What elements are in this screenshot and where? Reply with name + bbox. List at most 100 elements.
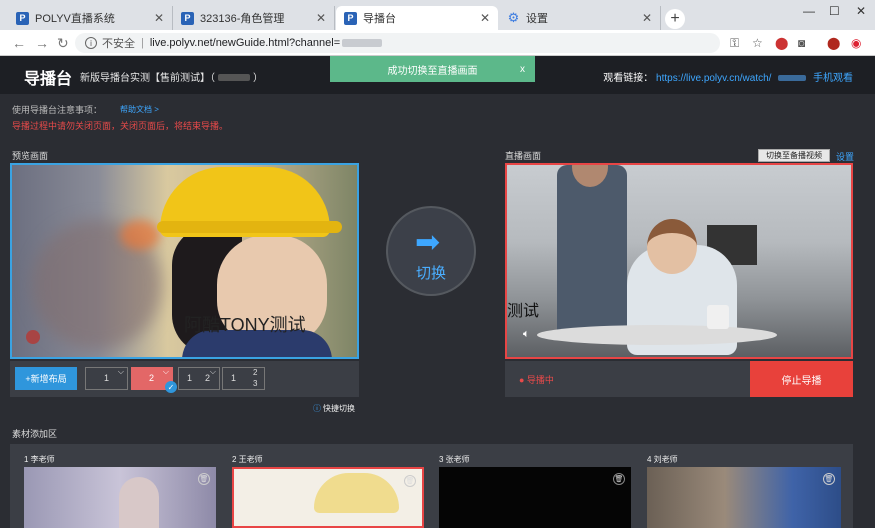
- adblock-icon[interactable]: ⬤: [775, 36, 788, 50]
- key-icon[interactable]: ⚿: [730, 36, 739, 51]
- reload-icon[interactable]: ↻: [57, 35, 69, 52]
- material-label-3: 3 张老师: [439, 455, 470, 464]
- chevron-down-icon: ⌵: [209, 367, 216, 376]
- check-icon: ✓: [165, 381, 177, 393]
- material-label-2: 2 王老师: [232, 455, 263, 464]
- preview-overlay-text: 阿酷TONY测试: [184, 315, 306, 335]
- forward-icon[interactable]: →: [35, 35, 49, 51]
- live-settings-link[interactable]: 设置: [836, 150, 854, 163]
- layout-number: 3: [253, 379, 258, 388]
- polyv-favicon-icon: P: [16, 11, 29, 25]
- live-screen[interactable]: 测试 🔈︎: [505, 163, 853, 359]
- material-thumb-3[interactable]: 🗑︎: [439, 467, 631, 528]
- layout-option-1[interactable]: 1 ⌵: [85, 367, 128, 390]
- trash-icon[interactable]: 🗑︎: [613, 473, 625, 485]
- switch-to-backup-button[interactable]: 切换至备播视频: [758, 149, 830, 162]
- stop-directing-button[interactable]: 停止导播: [750, 361, 853, 397]
- back-icon[interactable]: ←: [12, 35, 26, 51]
- toast-message: 成功切换至直播画面: [387, 65, 478, 77]
- live-label: 直播画面: [505, 151, 542, 161]
- minimize-icon[interactable]: —: [803, 4, 815, 18]
- close-icon[interactable]: ✕: [480, 11, 490, 25]
- hard-hat: [314, 473, 399, 513]
- browser-tab-polyv[interactable]: P POLYV直播系统 ✕: [8, 6, 173, 30]
- address-bar: ← → ↻ i 不安全 | live.polyv.net/newGuide.ht…: [0, 30, 875, 56]
- background-blur: [120, 220, 160, 250]
- redacted-text: [218, 74, 250, 81]
- close-icon[interactable]: ✕: [154, 11, 164, 25]
- polyv-favicon-icon: P: [344, 11, 357, 25]
- star-icon[interactable]: ☆: [752, 36, 763, 50]
- watch-label: 观看链接：: [603, 73, 654, 84]
- channel-title: 新版导播台实测【售前测试】（ ）: [80, 69, 263, 84]
- channel-title-text: 新版导播台实测【售前测试】（: [80, 73, 215, 84]
- close-icon[interactable]: ✕: [642, 11, 652, 25]
- material-label-4: 4 刘老师: [647, 455, 678, 464]
- browser-tab-role-management[interactable]: P 323136-角色管理 ✕: [173, 6, 335, 30]
- layout-number: 2: [253, 368, 258, 377]
- layout-option-4[interactable]: 1 2 3: [222, 367, 265, 390]
- layout-number: 1: [187, 373, 193, 383]
- material-thumb-4[interactable]: 🗑︎: [647, 467, 841, 528]
- quick-switch-link[interactable]: ⓘ 快捷切换: [313, 403, 355, 414]
- help-doc-link[interactable]: 帮助文档 >: [120, 104, 159, 115]
- warning-text: 导播过程中请勿关闭页面，关闭页面后，将结束导播。: [12, 121, 229, 131]
- person-figure: [119, 477, 159, 528]
- url-input[interactable]: i 不安全 | live.polyv.net/newGuide.html?cha…: [75, 33, 720, 53]
- camera-icon[interactable]: ◙: [798, 36, 805, 50]
- trash-icon[interactable]: 🗑︎: [823, 473, 835, 485]
- mobile-watch-link[interactable]: 手机观看: [813, 73, 853, 84]
- window-close-icon[interactable]: ✕: [856, 4, 866, 18]
- divider: |: [141, 37, 144, 49]
- quick-switch-label: 快捷切换: [323, 404, 355, 413]
- material-thumb-1[interactable]: 🗑︎: [24, 467, 216, 528]
- chevron-down-icon: ⌵: [162, 367, 169, 376]
- url-text: live.polyv.net/newGuide.html?channel=: [149, 37, 341, 49]
- polyv-favicon-icon: P: [181, 11, 194, 25]
- arrow-right-icon: ➡: [415, 226, 441, 259]
- close-icon[interactable]: ✕: [316, 11, 326, 25]
- watch-url[interactable]: https://live.polyv.cn/watch/: [656, 73, 771, 84]
- success-toast: 成功切换至直播画面 x: [330, 56, 535, 82]
- preview-screen[interactable]: 阿酷TONY测试: [10, 163, 359, 359]
- channel-title-end: ）: [253, 73, 263, 84]
- hard-hat-brim: [157, 221, 342, 233]
- material-label-1: 1 李老师: [24, 455, 55, 464]
- tab-title: 导播台: [363, 13, 396, 25]
- page-title: 导播台: [24, 71, 73, 88]
- layout-option-3[interactable]: 1 2 ⌵: [178, 367, 220, 390]
- layout-number: 1: [104, 373, 110, 383]
- preview-label: 预览画面: [12, 151, 49, 161]
- watch-link-area: 观看链接： https://live.polyv.cn/watch/ 手机观看: [603, 69, 853, 84]
- add-layout-button[interactable]: +新增布局: [15, 367, 77, 390]
- trash-icon[interactable]: 🗑︎: [404, 475, 416, 487]
- layout-number: 1: [231, 373, 237, 383]
- profile-avatar-icon[interactable]: ⬤: [827, 36, 840, 50]
- toast-close-button[interactable]: x: [520, 64, 525, 75]
- status-badge: ● 导播中: [519, 375, 554, 385]
- chevron-down-icon: ⌵: [117, 367, 124, 376]
- redacted-text: [342, 39, 383, 47]
- info-icon[interactable]: i: [85, 37, 97, 49]
- trash-icon[interactable]: 🗑︎: [198, 473, 210, 485]
- material-thumb-2[interactable]: 🗑︎: [232, 467, 424, 528]
- browser-tab-director[interactable]: P 导播台 ✕: [336, 6, 498, 30]
- browser-tab-settings[interactable]: ⚙ 设置 ✕: [499, 6, 661, 30]
- volume-icon[interactable]: 🔈︎: [523, 328, 530, 341]
- live-overlay-text: 测试: [507, 303, 540, 320]
- new-tab-button[interactable]: +: [665, 9, 685, 29]
- gear-icon: ⚙: [507, 10, 520, 25]
- extension-icon[interactable]: ◉: [851, 36, 861, 50]
- browser-tab-bar: P POLYV直播系统 ✕ P 323136-角色管理 ✕ P 导播台 ✕ ⚙ …: [0, 0, 875, 30]
- table: [537, 325, 777, 345]
- tab-title: 设置: [526, 13, 548, 25]
- record-indicator-icon: [26, 330, 40, 344]
- person-standing: [557, 165, 627, 340]
- switch-button[interactable]: ➡ 切换: [386, 206, 476, 296]
- live-toolbar: ● 导播中 停止导播: [505, 361, 853, 397]
- materials-area: 1 李老师 🗑︎ 2 王老师 🗑︎ 3 张老师 🗑︎ 4 刘老师 🗑︎: [10, 444, 853, 528]
- security-label: 不安全: [102, 38, 135, 50]
- redacted-text: [778, 75, 807, 82]
- info-icon: ⓘ: [313, 404, 321, 413]
- maximize-icon[interactable]: ☐: [829, 4, 840, 18]
